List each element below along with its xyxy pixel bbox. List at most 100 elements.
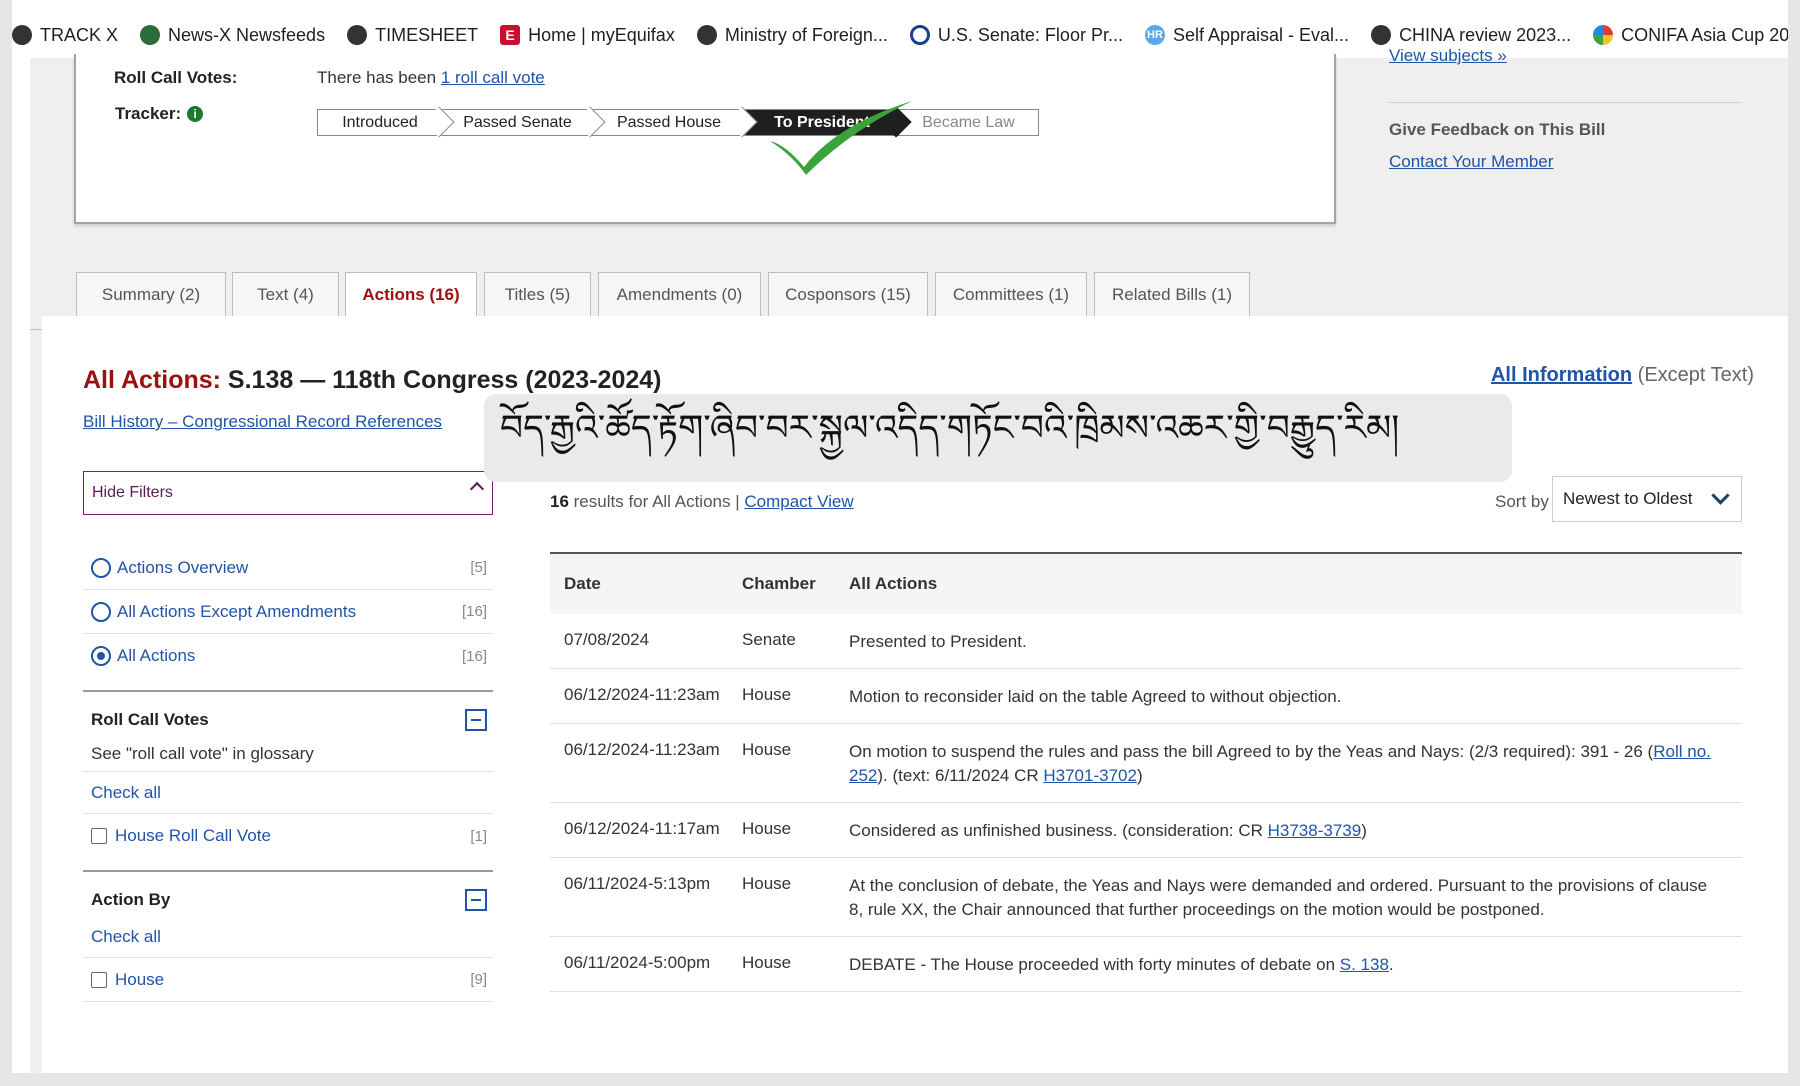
header-date[interactable]: Date [550, 574, 742, 594]
bill-link[interactable]: S. 138 [1340, 955, 1389, 974]
globe-icon [12, 25, 32, 45]
row-date: 07/08/2024 [564, 630, 650, 649]
info-icon[interactable]: i [187, 106, 204, 122]
bookmark-timesheet[interactable]: TIMESHEET [347, 25, 478, 46]
tibetan-caption-overlay: བོད་རྒྱའི་ཚོད་རྟོག་ཞིབ་བར་སྐྱལ་འདིད་གཏོང… [484, 394, 1512, 482]
bill-history-link[interactable]: Bill History – Congressional Record Refe… [83, 412, 442, 432]
browser-window: TRACK X News-X Newsfeeds TIMESHEET E Home… [12, 0, 1788, 1073]
bookmark-self-appraisal[interactable]: HR Self Appraisal - Eval... [1144, 25, 1349, 46]
bookmark-ministry[interactable]: Ministry of Foreign... [696, 25, 888, 46]
sidebar-divider [1389, 102, 1741, 103]
header-all-actions[interactable]: All Actions [849, 572, 1742, 596]
row-chamber: House [742, 819, 792, 838]
news-icon [140, 25, 161, 45]
congressional-record-link[interactable]: H3738-3739 [1268, 821, 1362, 840]
roll-call-link[interactable]: 1 roll call vote [441, 68, 545, 87]
action-by-heading: Action By [83, 884, 493, 916]
hide-filters-button[interactable]: Hide Filters [83, 471, 493, 515]
filter-house[interactable]: House [9] [83, 958, 493, 1002]
collapse-icon[interactable] [465, 709, 487, 731]
row-date: 06/12/2024-11:17am [564, 819, 720, 838]
tab-actions[interactable]: Actions (16) [345, 272, 477, 317]
header-chamber[interactable]: Chamber [742, 574, 849, 594]
bookmark-track-x[interactable]: TRACK X [12, 25, 118, 46]
row-chamber: House [742, 740, 792, 759]
roll-call-check-all[interactable]: Check all [83, 772, 493, 814]
row-date: 06/11/2024-5:00pm [564, 953, 711, 972]
actions-panel: All Actions: S.138 — 118th Congress (202… [42, 316, 1788, 1073]
row-chamber: House [742, 953, 792, 972]
row-action: Considered as unfinished business. (cons… [849, 821, 1367, 840]
action-by-filter: Action By Check all House [9] [83, 870, 493, 1002]
table-row: 06/11/2024-5:13pm House At the conclusio… [550, 858, 1742, 937]
bookmark-senate[interactable]: U.S. Senate: Floor Pr... [909, 25, 1123, 46]
compact-view-link[interactable]: Compact View [744, 492, 853, 511]
hr-icon: HR [1144, 25, 1165, 45]
globe-icon [696, 25, 717, 45]
bookmark-china-review[interactable]: CHINA review 2023... [1371, 25, 1571, 46]
action-by-check-all[interactable]: Check all [83, 916, 493, 958]
tab-cosponsors[interactable]: Cosponsors (15) [768, 272, 928, 316]
bill-tracker: Introduced Passed Senate Passed House To… [317, 106, 1039, 138]
all-information: All Information (Except Text) [1490, 364, 1754, 386]
sort-label: Sort by [1495, 492, 1549, 511]
radio-icon [91, 601, 111, 622]
checkbox-icon[interactable] [91, 971, 107, 988]
tracker-step-introduced: Introduced [318, 106, 455, 138]
filter-all-actions[interactable]: All Actions [16] [83, 634, 493, 678]
tab-related-bills[interactable]: Related Bills (1) [1094, 272, 1250, 316]
filter-all-actions-except-amendments[interactable]: All Actions Except Amendments [16] [83, 590, 493, 634]
roll-call-votes-heading: Roll Call Votes [83, 704, 493, 736]
filter-house-roll-call-vote[interactable]: House Roll Call Vote [1] [83, 814, 493, 858]
glossary-note: See "roll call vote" in glossary [83, 736, 493, 772]
tracker-step-passed-senate: Passed Senate [442, 106, 606, 138]
radio-selected-icon [91, 646, 111, 666]
tracker-label: Tracker: i [115, 104, 204, 124]
table-header: Date Chamber All Actions [550, 552, 1742, 614]
contact-member-link[interactable]: Contact Your Member [1389, 152, 1553, 172]
collapse-icon[interactable] [465, 889, 487, 911]
feedback-heading: Give Feedback on This Bill [1389, 120, 1606, 139]
row-date: 06/11/2024-5:13pm [564, 874, 711, 893]
table-row: 06/11/2024-5:00pm House DEBATE - The Hou… [550, 937, 1742, 992]
globe-icon [347, 25, 368, 45]
filter-actions-overview[interactable]: Actions Overview [5] [83, 546, 493, 590]
tab-text[interactable]: Text (4) [232, 272, 339, 316]
tab-titles[interactable]: Titles (5) [484, 272, 591, 316]
checkbox-icon[interactable] [91, 828, 107, 844]
row-chamber: House [742, 685, 792, 704]
globe-icon [1371, 25, 1392, 45]
roll-call-label: Roll Call Votes: [114, 68, 238, 87]
multicolor-icon [1593, 25, 1614, 45]
bookmark-conifa[interactable]: CONIFA Asia Cup 20... [1593, 25, 1788, 46]
chevron-down-icon [1711, 486, 1730, 505]
tab-amendments[interactable]: Amendments (0) [598, 272, 761, 316]
table-row: 06/12/2024-11:23am House Motion to recon… [550, 669, 1742, 724]
all-information-link[interactable]: All Information [1491, 364, 1632, 386]
table-row: 06/12/2024-11:23am House On motion to su… [550, 724, 1742, 803]
tab-committees[interactable]: Committees (1) [935, 272, 1087, 316]
view-subjects-link[interactable]: View subjects » [1389, 46, 1507, 66]
bookmarks-bar: TRACK X News-X Newsfeeds TIMESHEET E Home… [12, 12, 1788, 58]
bookmark-news-x[interactable]: News-X Newsfeeds [140, 25, 325, 46]
bookmark-equifax[interactable]: E Home | myEquifax [500, 25, 675, 46]
results-summary: 16 results for All Actions | Compact Vie… [550, 492, 854, 511]
row-action: At the conclusion of debate, the Yeas an… [849, 876, 1708, 919]
sort-dropdown[interactable]: Newest to Oldest [1552, 476, 1742, 522]
page-content: Roll Call Votes: There has been 1 roll c… [30, 46, 1788, 1073]
equifax-icon: E [500, 25, 521, 45]
row-action: Motion to reconsider laid on the table A… [849, 687, 1342, 706]
row-action: On motion to suspend the rules and pass … [849, 742, 1711, 785]
radio-icon [91, 557, 111, 578]
chevron-up-icon [469, 481, 485, 497]
congressional-record-link[interactable]: H3701-3702 [1043, 766, 1137, 785]
actions-table: Date Chamber All Actions 07/08/2024 Sena… [550, 552, 1742, 992]
tab-summary[interactable]: Summary (2) [76, 272, 226, 316]
row-chamber: House [742, 874, 792, 893]
row-chamber: Senate [742, 630, 796, 649]
roll-call-votes-filter: Roll Call Votes See "roll call vote" in … [83, 690, 493, 858]
page-title: All Actions: S.138 — 118th Congress (202… [83, 366, 662, 394]
row-action: DEBATE - The House proceeded with forty … [849, 955, 1394, 974]
row-action: Presented to President. [849, 632, 1027, 651]
roll-call-text: There has been 1 roll call vote [317, 68, 545, 87]
